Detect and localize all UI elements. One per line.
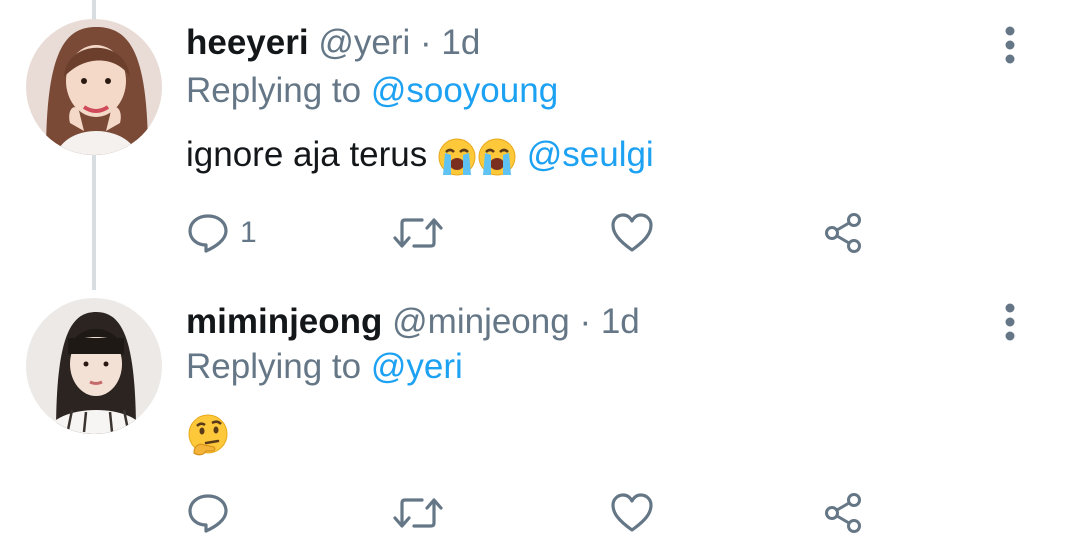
loudly-crying-face-icon <box>437 137 477 177</box>
replying-to-mention[interactable]: @sooyoung <box>371 71 558 110</box>
retweet-button[interactable] <box>392 488 444 538</box>
reply-button[interactable] <box>186 488 240 538</box>
replying-to-mention[interactable]: @yeri <box>371 347 463 386</box>
tweet[interactable]: heeyeri @yeri · 1d Replying to @sooyoung… <box>0 0 1080 268</box>
replying-to-label: Replying to <box>186 71 362 110</box>
display-name[interactable]: heeyeri <box>186 23 309 62</box>
thinking-face-icon <box>186 413 230 457</box>
display-name[interactable]: miminjeong <box>186 302 382 341</box>
share-button[interactable] <box>822 488 866 538</box>
tweet-action-bar <box>0 488 1080 538</box>
separator-dot: · <box>420 23 432 62</box>
like-button[interactable] <box>610 488 654 538</box>
replying-to-label: Replying to <box>186 347 362 386</box>
share-button[interactable] <box>822 208 866 258</box>
like-icon <box>610 491 654 535</box>
retweet-icon <box>392 211 444 255</box>
reply-icon <box>186 491 230 535</box>
tweet-text-content: ignore aja terus <box>186 135 428 174</box>
reply-button[interactable]: 1 <box>186 208 257 258</box>
share-icon <box>822 211 866 255</box>
user-handle[interactable]: @yeri <box>318 23 410 62</box>
separator-dot: · <box>579 302 592 341</box>
more-options-icon[interactable] <box>996 25 1024 65</box>
timestamp[interactable]: 1d <box>441 23 480 62</box>
reply-icon <box>186 211 230 255</box>
tweet-text: ignore aja terus @seulgi <box>186 133 654 177</box>
replying-to-line: Replying to @yeri <box>186 347 463 387</box>
tweet-header: heeyeri @yeri · 1d <box>186 23 480 63</box>
like-icon <box>610 211 654 255</box>
tweet-action-bar: 1 <box>0 208 1080 258</box>
tweet[interactable]: miminjeong @minjeong · 1d Replying to @y… <box>0 278 1080 535</box>
tweet-text <box>186 411 230 457</box>
more-options-icon[interactable] <box>996 302 1024 342</box>
tweet-mention[interactable]: @seulgi <box>527 135 654 174</box>
retweet-icon <box>392 491 444 535</box>
tweet-header: miminjeong @minjeong · 1d <box>186 302 640 342</box>
timestamp[interactable]: 1d <box>601 302 640 341</box>
retweet-button[interactable] <box>392 208 444 258</box>
avatar[interactable] <box>26 19 162 155</box>
like-button[interactable] <box>610 208 654 258</box>
replying-to-line: Replying to @sooyoung <box>186 71 558 111</box>
share-icon <box>822 491 866 535</box>
loudly-crying-face-icon <box>477 137 517 177</box>
reply-count: 1 <box>240 216 257 249</box>
avatar[interactable] <box>26 298 162 434</box>
user-handle[interactable]: @minjeong <box>392 302 570 341</box>
